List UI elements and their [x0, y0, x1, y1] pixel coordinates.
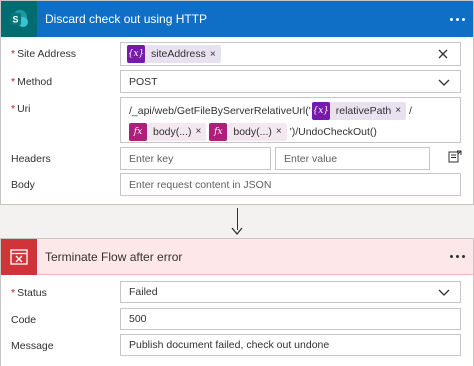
remove-token-icon[interactable]: ×: [276, 126, 287, 137]
uri-label: * Uri: [11, 103, 31, 115]
method-value: POST: [129, 75, 158, 88]
header-key-placeholder: Enter key: [129, 152, 174, 165]
token-label: relativePath: [335, 104, 392, 117]
token-label: siteAddress: [151, 48, 206, 60]
chevron-down-icon: [438, 79, 450, 86]
switch-to-text-mode-icon[interactable]: [448, 150, 462, 164]
body-label: Body: [11, 179, 35, 191]
arrow-down-icon: [231, 227, 243, 236]
remove-token-icon[interactable]: ×: [395, 105, 406, 116]
relative-path-token[interactable]: {x} relativePath ×: [311, 101, 407, 120]
header-value-placeholder: Enter value: [284, 152, 338, 165]
site-address-label: * Site Address: [11, 48, 77, 60]
clear-icon[interactable]: [436, 47, 450, 61]
header-value-input[interactable]: Enter value: [275, 147, 430, 170]
http-action-header[interactable]: S Discard check out using HTTP: [1, 1, 473, 37]
method-dropdown[interactable]: POST: [120, 70, 461, 93]
more-dot-icon: [461, 17, 465, 21]
token-label: body(...): [233, 125, 272, 138]
token-label: body(...): [153, 125, 192, 138]
remove-token-icon[interactable]: ×: [196, 126, 207, 137]
more-dot-icon: [449, 17, 453, 21]
terminate-action-title: Terminate Flow after error: [45, 249, 183, 264]
chevron-down-icon: [438, 289, 450, 296]
body-placeholder: Enter request content in JSON: [129, 178, 272, 191]
code-value: 500: [129, 313, 147, 325]
site-address-field[interactable]: {x} siteAddress ×: [120, 42, 461, 66]
message-value: Publish document failed, check out undon…: [129, 339, 330, 351]
variable-icon: {x}: [311, 101, 330, 120]
function-icon: fx: [209, 122, 228, 141]
http-action-more-button[interactable]: [441, 1, 473, 37]
uri-suffix-text: ')/UndoCheckOut(): [289, 125, 377, 138]
function-icon: fx: [129, 122, 147, 141]
body-input[interactable]: Enter request content in JSON: [120, 173, 461, 196]
more-dot-icon: [461, 255, 465, 258]
body-expression-token[interactable]: fx body(...) ×: [129, 122, 207, 141]
uri-field[interactable]: /_api/web/GetFileByServerRelativeUrl(' {…: [120, 97, 461, 143]
remove-token-icon[interactable]: ×: [210, 49, 221, 60]
terminate-action-card: Terminate Flow after error * Status Faile…: [0, 238, 474, 366]
message-label: Message: [11, 340, 54, 352]
status-value: Failed: [129, 286, 158, 298]
svg-text:S: S: [12, 15, 18, 25]
terminate-action-more-button[interactable]: [441, 239, 473, 275]
variable-icon: {x}: [127, 45, 145, 63]
code-label: Code: [11, 314, 37, 326]
terminate-icon: [1, 238, 37, 275]
body-expression-token[interactable]: fx body(...) ×: [209, 122, 287, 141]
headers-label: Headers: [11, 153, 51, 165]
status-dropdown[interactable]: Failed: [120, 281, 461, 303]
more-dot-icon: [455, 255, 459, 258]
uri-middle-text: /: [409, 104, 412, 117]
more-dot-icon: [449, 255, 453, 258]
more-dot-icon: [455, 17, 459, 21]
uri-prefix-text: /_api/web/GetFileByServerRelativeUrl(': [129, 104, 311, 117]
http-action-title: Discard check out using HTTP: [45, 12, 208, 26]
header-key-input[interactable]: Enter key: [120, 147, 271, 170]
sharepoint-icon: S: [1, 1, 37, 37]
http-action-card: S Discard check out using HTTP * Site Add…: [0, 0, 474, 205]
site-address-token[interactable]: {x} siteAddress ×: [127, 45, 221, 63]
method-label: * Method: [11, 76, 53, 88]
terminate-action-header[interactable]: Terminate Flow after error: [1, 238, 473, 275]
code-input[interactable]: 500: [120, 308, 461, 330]
message-input[interactable]: Publish document failed, check out undon…: [120, 334, 461, 356]
status-label: * Status: [11, 287, 47, 299]
